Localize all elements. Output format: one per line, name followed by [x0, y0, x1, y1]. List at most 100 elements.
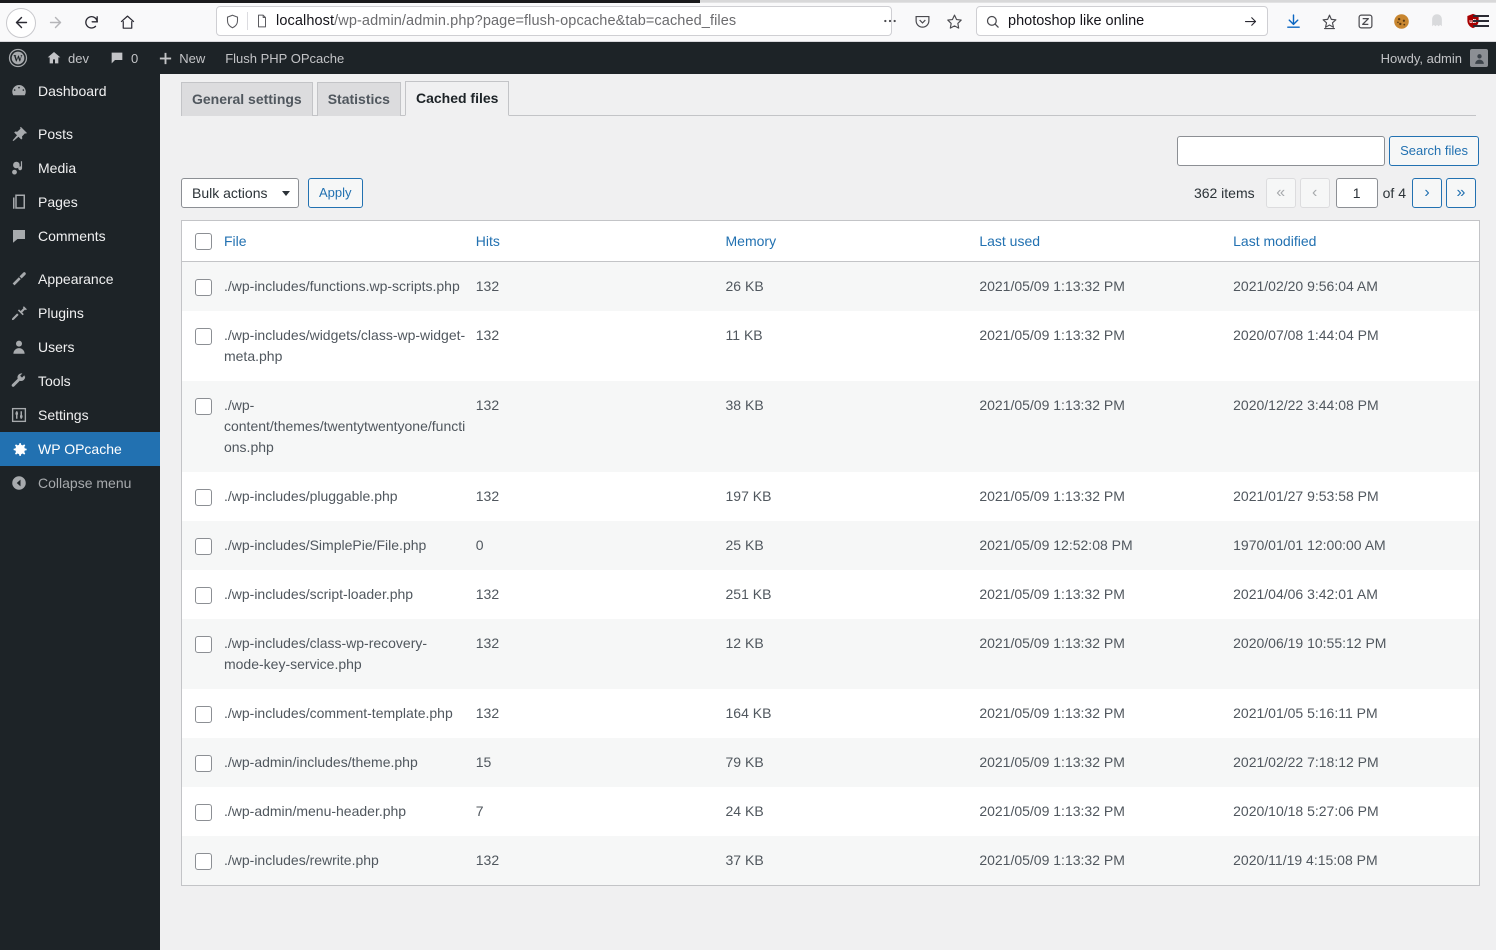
pocket-button[interactable] [910, 9, 934, 33]
column-header-last-modified[interactable]: Last modified [1233, 221, 1479, 262]
cell-last-modified: 2021/01/27 9:53:58 PM [1233, 487, 1379, 504]
gear-icon [9, 439, 29, 459]
row-select-cell [182, 472, 224, 521]
url-host: localhost [276, 13, 335, 29]
row-checkbox[interactable] [195, 754, 212, 772]
sidebar-item-users[interactable]: Users [0, 330, 160, 364]
row-checkbox[interactable] [195, 705, 212, 723]
back-button[interactable] [6, 7, 36, 38]
url-bar[interactable]: localhost/wp-admin/admin.php?page=flush-… [216, 6, 892, 36]
cell-file: ./wp-includes/rewrite.php [223, 851, 379, 868]
sidebar-item-wp-opcache[interactable]: WP OPcache [0, 432, 168, 466]
current-page-input[interactable]: 1 [1335, 178, 1378, 208]
page-actions-button[interactable] [878, 9, 902, 33]
cell-last-used: 2021/05/09 1:13:32 PM [979, 634, 1125, 651]
sidebar-item-label: WP OPcache [38, 441, 122, 457]
cell-memory: 24 KB [725, 802, 764, 819]
row-checkbox[interactable] [195, 397, 212, 415]
dashboard-icon [9, 81, 29, 101]
cached-files-table: File Hits Memory Last used Last modified… [181, 220, 1480, 886]
cell-hits: 132 [475, 326, 500, 343]
table-head: File Hits Memory Last used Last modified [182, 221, 1479, 262]
svg-text:W: W [13, 54, 23, 64]
downloads-button[interactable] [1278, 6, 1308, 36]
cell-file: ./wp-includes/pluggable.php [223, 487, 398, 504]
pocket-icon [915, 15, 929, 28]
tab-cached-files[interactable]: Cached files [404, 80, 510, 116]
comments-menu[interactable]: 0 [99, 42, 148, 74]
browser-menu-button[interactable] [1468, 6, 1494, 36]
admin-bar-page-title[interactable]: Flush PHP OPcache [215, 42, 354, 74]
row-checkbox[interactable] [195, 327, 212, 345]
row-select-cell [182, 619, 224, 689]
zotero-connector-button[interactable] [1350, 6, 1380, 36]
page-title-label: Flush PHP OPcache [225, 50, 345, 66]
new-content-menu[interactable]: New [148, 42, 215, 74]
cell-last-used: 2021/05/09 1:13:32 PM [979, 487, 1125, 504]
sidebar-item-comments[interactable]: Comments [0, 219, 160, 253]
go-arrow-icon[interactable] [1242, 14, 1259, 29]
next-page-button[interactable]: › [1412, 178, 1442, 208]
bulk-actions-select[interactable]: Bulk actions [181, 178, 299, 208]
browser-search-bar[interactable]: photoshop like online [976, 6, 1268, 36]
select-all-checkbox[interactable] [195, 232, 212, 250]
row-checkbox[interactable] [195, 488, 212, 506]
sidebar-item-settings[interactable]: Settings [0, 398, 160, 432]
search-files-button[interactable]: Search files [1389, 136, 1479, 166]
prev-page-button[interactable]: ‹ [1299, 178, 1330, 208]
sidebar-item-plugins[interactable]: Plugins [0, 296, 160, 330]
bookmark-button[interactable] [942, 9, 966, 33]
cookie-manager-button[interactable] [1386, 6, 1416, 36]
apply-button[interactable]: Apply [308, 178, 363, 208]
cell-memory: 37 KB [725, 851, 764, 868]
column-header-file[interactable]: File [223, 221, 476, 262]
download-icon [1286, 13, 1300, 28]
avatar [1470, 49, 1488, 67]
sidebar-item-media[interactable]: Media [0, 151, 160, 185]
home-button[interactable] [110, 6, 144, 40]
tab-bar: General settings Statistics Cached files [181, 80, 1476, 116]
column-header-last-used[interactable]: Last used [979, 221, 1234, 262]
ghostery-icon [1432, 14, 1442, 27]
tab-general-settings[interactable]: General settings [181, 81, 313, 116]
url-path: /wp-admin/admin.php?page=flush-opcache&t… [334, 13, 737, 29]
sidebar-item-dashboard[interactable]: Dashboard [0, 74, 160, 108]
column-header-memory[interactable]: Memory [725, 221, 980, 262]
tab-statistics[interactable]: Statistics [316, 81, 401, 116]
sidebar-item-posts[interactable]: Posts [0, 117, 160, 151]
row-select-cell [182, 381, 224, 472]
row-checkbox[interactable] [195, 635, 212, 653]
cell-memory: 25 KB [725, 536, 764, 553]
comment-icon [9, 226, 29, 246]
row-checkbox[interactable] [195, 852, 212, 870]
wrench-icon [9, 371, 29, 391]
row-select-cell [182, 738, 224, 787]
cell-memory: 164 KB [725, 704, 772, 721]
cell-hits: 132 [475, 396, 500, 413]
row-checkbox[interactable] [195, 586, 212, 604]
search-icon [986, 15, 999, 28]
site-name-menu[interactable]: dev [36, 42, 99, 74]
forward-button[interactable] [38, 6, 72, 40]
forward-arrow-icon [49, 16, 61, 29]
sidebar-item-pages[interactable]: Pages [0, 185, 160, 219]
row-checkbox[interactable] [195, 537, 212, 555]
plus-icon [160, 52, 172, 64]
reload-button[interactable] [74, 6, 108, 40]
column-header-hits[interactable]: Hits [475, 221, 726, 262]
sidebar-item-appearance[interactable]: Appearance [0, 262, 160, 296]
first-page-button[interactable]: « [1265, 178, 1296, 208]
search-box: Search files [1177, 136, 1479, 166]
cell-last-used: 2021/05/09 1:13:32 PM [979, 277, 1125, 294]
row-checkbox[interactable] [195, 803, 212, 821]
wp-logo-menu[interactable]: W [0, 42, 36, 74]
row-checkbox[interactable] [195, 278, 212, 296]
cell-file: ./wp-admin/includes/theme.php [223, 753, 418, 770]
collapse-menu-button[interactable]: Collapse menu [0, 466, 160, 500]
sidebar-item-tools[interactable]: Tools [0, 364, 160, 398]
my-account-menu[interactable]: Howdy, admin [1381, 49, 1496, 67]
ghostery-button[interactable] [1422, 6, 1452, 36]
save-to-pocket-button[interactable] [1314, 6, 1344, 36]
last-page-button[interactable]: » [1446, 178, 1476, 208]
search-input[interactable] [1177, 136, 1386, 166]
